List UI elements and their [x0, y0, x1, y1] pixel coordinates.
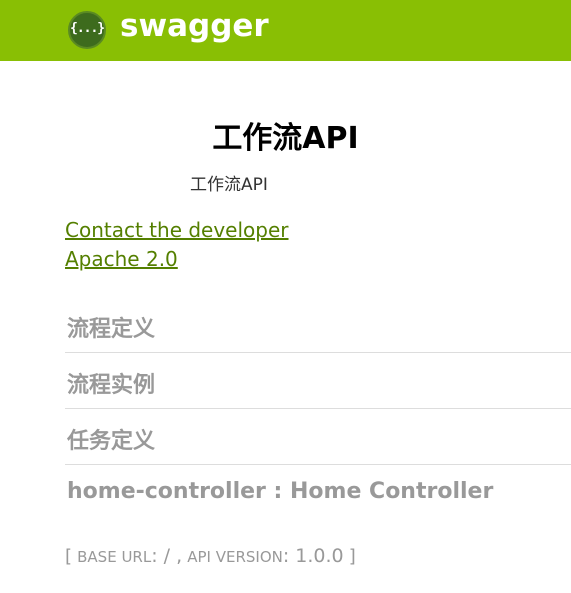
footer-close-bracket: ] — [348, 546, 356, 567]
top-bar: {...} swagger — [0, 0, 571, 61]
api-title: 工作流API — [212, 121, 359, 156]
resource-label: 流程定义 — [67, 317, 156, 342]
footer-open-bracket: [ — [65, 546, 73, 567]
resource-label: home-controller : Home Controller — [67, 479, 494, 504]
resource-task-definition[interactable]: 任务定义 — [65, 409, 571, 465]
api-version-value: : 1.0.0 — [282, 545, 344, 567]
resource-label: 流程实例 — [67, 373, 156, 398]
contact-developer-link[interactable]: Contact the developer — [65, 218, 289, 242]
base-url-value: : / , — [151, 545, 183, 567]
api-version-label: API VERSION — [187, 548, 283, 566]
resource-process-definition[interactable]: 流程定义 — [65, 297, 571, 353]
base-url-label: BASE URL — [77, 548, 152, 566]
license-link[interactable]: Apache 2.0 — [65, 247, 178, 271]
resource-home-controller[interactable]: home-controller : Home Controller — [65, 465, 571, 521]
api-description: 工作流API — [190, 175, 268, 195]
resource-label: 任务定义 — [67, 429, 156, 454]
logo-text[interactable]: swagger — [120, 8, 269, 44]
resource-process-instance[interactable]: 流程实例 — [65, 353, 571, 409]
swagger-logo-icon[interactable]: {...} — [68, 11, 106, 49]
logo-glyph: {...} — [70, 21, 105, 36]
api-footer: [ BASE URL: / , API VERSION: 1.0.0 ] — [65, 545, 356, 567]
